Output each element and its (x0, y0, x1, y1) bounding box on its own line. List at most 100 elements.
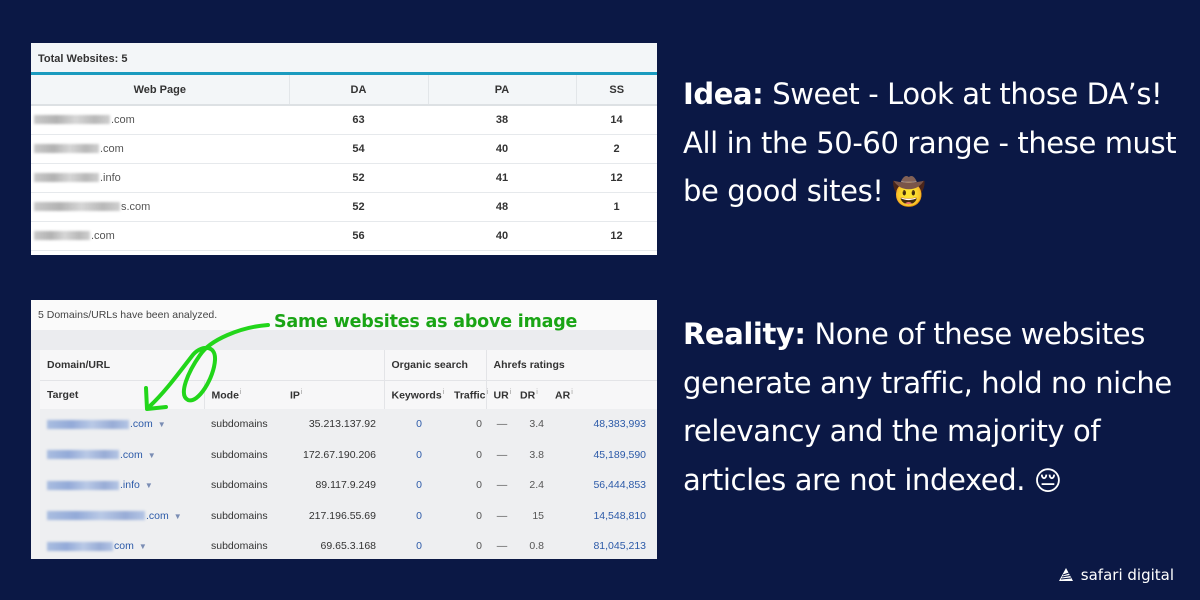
total-websites-label: Total Websites: 5 (31, 43, 657, 75)
ss-cell: 12 (576, 221, 657, 251)
da-cell: 56 (289, 221, 428, 251)
ur-cell: — (486, 500, 519, 531)
col-web-page[interactable]: Web Page (31, 75, 290, 106)
web-page-cell[interactable]: s.com (31, 192, 289, 222)
table-row: .info 52 41 12 (31, 163, 657, 193)
caret-down-icon[interactable]: ▼ (174, 512, 182, 521)
ar-cell[interactable]: 14,548,810 (548, 500, 657, 531)
group-organic-search: Organic search (383, 350, 487, 381)
caret-down-icon[interactable]: ▼ (148, 451, 156, 460)
keywords-cell[interactable]: 0 (384, 470, 454, 501)
web-page-cell[interactable]: .com (31, 134, 289, 164)
keywords-cell[interactable]: 0 (384, 409, 454, 440)
ur-cell: — (486, 470, 519, 501)
web-page-cell[interactable]: .com (31, 105, 289, 135)
da-cell: 54 (289, 134, 428, 164)
target-cell[interactable]: .info ▼ (40, 470, 204, 501)
traffic-cell: 0 (454, 500, 487, 531)
table-row: .com ▼ subdomains 217.196.55.69 0 0 — 15 … (40, 500, 657, 531)
blurred-domain (47, 450, 119, 460)
table-row: .com ▼ subdomains 172.67.190.206 0 0 — 3.… (40, 439, 657, 470)
mode-cell: subdomains (204, 531, 284, 559)
ip-cell: 69.65.3.168 (284, 531, 384, 559)
dr-cell: 2.4 (518, 470, 549, 501)
blurred-domain (34, 173, 99, 183)
col-keywords[interactable]: Keywordsi (383, 380, 454, 409)
blurred-domain (34, 144, 99, 154)
blurred-domain (47, 419, 129, 429)
col-dr[interactable]: DRi (518, 380, 549, 409)
keywords-cell[interactable]: 0 (384, 500, 454, 531)
caret-down-icon[interactable]: ▼ (158, 420, 166, 429)
col-da[interactable]: DA (289, 75, 429, 106)
info-icon[interactable]: i (487, 389, 489, 396)
table-row: .com ▼ subdomains 35.213.137.92 0 0 — 3.4… (40, 409, 657, 440)
blurred-domain (34, 115, 110, 125)
col-ss[interactable]: SS (576, 75, 657, 106)
ar-cell[interactable]: 48,383,993 (548, 409, 657, 440)
da-cell: 52 (289, 192, 428, 222)
pensive-emoji-icon: 😔 (1033, 465, 1062, 497)
keywords-cell[interactable]: 0 (384, 531, 454, 559)
col-pa[interactable]: PA (428, 75, 577, 106)
mode-cell: subdomains (204, 470, 284, 501)
domain-suffix: .info (100, 171, 121, 184)
col-ur[interactable]: URi (485, 380, 519, 409)
da-cell: 52 (289, 163, 428, 193)
pa-cell: 41 (428, 163, 576, 193)
caret-down-icon[interactable]: ▼ (139, 542, 147, 551)
group-domain-url: Domain/URL (40, 350, 384, 381)
col-traffic[interactable]: Traffici (454, 380, 489, 409)
info-icon[interactable]: i (301, 389, 303, 396)
target-cell[interactable]: com ▼ (40, 531, 204, 559)
traffic-cell: 0 (454, 531, 487, 559)
target-cell[interactable]: .com ▼ (40, 409, 204, 440)
info-icon[interactable]: i (571, 389, 573, 396)
domain-suffix: .com (91, 229, 115, 242)
blurred-domain (47, 541, 113, 551)
ar-cell[interactable]: 81,045,213 (548, 531, 657, 559)
da-pa-screenshot: Total Websites: 5 Web Page DA PA SS .com… (31, 43, 657, 255)
dr-cell: 3.8 (518, 439, 549, 470)
ip-cell: 172.67.190.206 (284, 439, 384, 470)
col-ar[interactable]: ARi (548, 380, 657, 409)
ss-cell: 12 (576, 163, 657, 193)
mode-cell: subdomains (204, 409, 284, 440)
table-row: com ▼ subdomains 69.65.3.168 0 0 — 0.8 81… (40, 531, 657, 559)
ur-cell: — (486, 531, 519, 559)
ahrefs-table: Domain/URL Organic search Ahrefs ratings… (40, 350, 657, 559)
col-ip[interactable]: IPi (284, 380, 384, 409)
pa-cell: 40 (428, 134, 576, 164)
brand-name: safari digital (1080, 566, 1174, 584)
pa-cell: 40 (428, 221, 576, 251)
info-icon[interactable]: i (240, 389, 242, 396)
ss-cell: 2 (576, 134, 657, 164)
ar-cell[interactable]: 56,444,853 (548, 470, 657, 501)
target-cell[interactable]: .com ▼ (40, 439, 204, 470)
ur-cell: — (486, 439, 519, 470)
caret-down-icon[interactable]: ▼ (145, 481, 153, 490)
keywords-cell[interactable]: 0 (384, 439, 454, 470)
domain-suffix: .com (100, 142, 124, 155)
ar-cell[interactable]: 45,189,590 (548, 439, 657, 470)
col-target[interactable]: Target (40, 380, 204, 409)
cowboy-emoji-icon: 🤠 (892, 177, 926, 208)
table-row: .com 56 40 12 (31, 221, 657, 251)
domain-suffix: s.com (121, 200, 151, 213)
ss-cell: 14 (576, 105, 657, 135)
web-page-cell[interactable]: .com (31, 221, 289, 251)
info-icon[interactable]: i (443, 389, 445, 396)
ss-cell: 1 (576, 192, 657, 222)
web-page-cell[interactable]: .info (31, 163, 289, 193)
da-cell: 63 (289, 105, 428, 135)
group-ahrefs-ratings: Ahrefs ratings (485, 350, 657, 381)
pa-cell: 48 (428, 192, 576, 222)
col-mode[interactable]: Modei (203, 380, 284, 409)
target-cell[interactable]: .com ▼ (40, 500, 204, 531)
ip-cell: 89.117.9.249 (284, 470, 384, 501)
blurred-domain (34, 202, 120, 212)
blurred-domain (47, 480, 119, 490)
table-row: .com 54 40 2 (31, 134, 657, 164)
info-icon[interactable]: i (510, 389, 512, 396)
info-icon[interactable]: i (536, 389, 538, 396)
